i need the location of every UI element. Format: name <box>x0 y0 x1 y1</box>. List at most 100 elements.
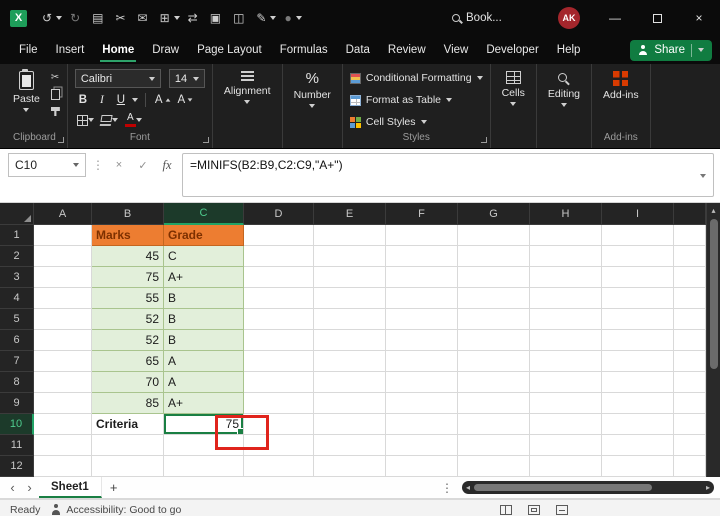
cell[interactable] <box>314 414 386 435</box>
sheet-tab-sheet1[interactable]: Sheet1 <box>39 477 102 498</box>
cell[interactable] <box>386 414 458 435</box>
cell[interactable] <box>602 309 674 330</box>
horizontal-scrollbar[interactable]: ◂ ▸ <box>462 481 714 494</box>
cell[interactable] <box>602 267 674 288</box>
cell[interactable] <box>458 246 530 267</box>
col-header-g[interactable]: G <box>458 203 530 225</box>
minimize-button[interactable]: — <box>594 0 636 36</box>
italic-button[interactable]: I <box>94 92 110 108</box>
close-button[interactable]: × <box>678 0 720 36</box>
calculator-icon[interactable]: ◫ <box>233 11 244 25</box>
row-header-7[interactable]: 7 <box>0 351 34 372</box>
accessibility-status[interactable]: Accessibility: Good to go <box>50 504 181 516</box>
tab-insert[interactable]: Insert <box>47 36 94 64</box>
cell[interactable] <box>244 456 314 477</box>
formula-bar-expand-icon[interactable] <box>700 174 706 178</box>
mail-icon[interactable]: ✉ <box>138 11 148 25</box>
row-header-3[interactable]: 3 <box>0 267 34 288</box>
enter-button[interactable]: ✓ <box>134 153 152 177</box>
bold-button[interactable]: B <box>75 92 91 108</box>
paste-button[interactable]: Paste <box>9 69 44 114</box>
cell[interactable] <box>314 288 386 309</box>
page-layout-view-button[interactable] <box>528 504 540 515</box>
cell-B10[interactable]: Criteria <box>92 414 164 435</box>
cell[interactable] <box>386 309 458 330</box>
cell-C1[interactable]: Grade <box>164 225 244 246</box>
row-header-1[interactable]: 1 <box>0 225 34 246</box>
cell-C7[interactable]: A <box>164 351 244 372</box>
cell-A10[interactable] <box>34 414 92 435</box>
cut-icon[interactable]: ✂ <box>115 11 125 25</box>
table-dropdown-caret-icon[interactable] <box>173 16 180 20</box>
toolbar-overflow-caret-icon[interactable] <box>295 16 302 20</box>
vertical-scroll-thumb[interactable] <box>709 219 718 369</box>
number-button[interactable]: % Number <box>290 69 335 110</box>
cell[interactable] <box>602 456 674 477</box>
cell-C2[interactable]: C <box>164 246 244 267</box>
cell[interactable] <box>602 288 674 309</box>
cell[interactable] <box>530 288 602 309</box>
cell[interactable] <box>386 393 458 414</box>
tab-bar-menu-icon[interactable]: ⋮ <box>441 481 453 495</box>
share-button[interactable]: Share <box>630 39 712 61</box>
account-avatar[interactable]: AK <box>558 7 580 29</box>
name-box[interactable]: C10 <box>8 153 86 177</box>
table-icon[interactable]: ⊞ <box>160 11 170 25</box>
cell[interactable] <box>530 330 602 351</box>
cell[interactable] <box>458 351 530 372</box>
cell-C8[interactable]: A <box>164 372 244 393</box>
cell[interactable] <box>674 267 706 288</box>
tab-help[interactable]: Help <box>548 36 590 64</box>
cell[interactable] <box>244 309 314 330</box>
cell[interactable] <box>530 435 602 456</box>
search-box[interactable]: Book... <box>452 0 502 36</box>
cell-B2[interactable]: 45 <box>92 246 164 267</box>
next-sheet-button[interactable]: › <box>22 480 37 495</box>
cell-C11[interactable] <box>164 435 244 456</box>
cell[interactable] <box>674 435 706 456</box>
underline-button[interactable]: U <box>113 92 129 108</box>
undo-icon[interactable]: ↺ <box>42 11 52 25</box>
page-break-view-button[interactable] <box>556 504 568 515</box>
name-box-caret-icon[interactable] <box>73 163 79 167</box>
cell[interactable] <box>602 435 674 456</box>
increase-font-size-button[interactable]: A <box>153 92 173 108</box>
vertical-scrollbar[interactable]: ▴ <box>706 203 720 477</box>
cell[interactable] <box>244 246 314 267</box>
copy-button[interactable] <box>50 89 60 100</box>
cell[interactable] <box>674 351 706 372</box>
cell[interactable] <box>602 414 674 435</box>
font-color-button[interactable]: A <box>123 112 144 128</box>
cell-C6[interactable]: B <box>164 330 244 351</box>
cell[interactable] <box>602 372 674 393</box>
document-icon[interactable]: ▤ <box>92 11 103 25</box>
excel-logo-icon[interactable]: X <box>10 9 27 27</box>
decrease-font-size-button[interactable]: A <box>176 92 196 108</box>
cell[interactable] <box>674 288 706 309</box>
cell[interactable] <box>458 393 530 414</box>
cell[interactable] <box>244 330 314 351</box>
row-header-2[interactable]: 2 <box>0 246 34 267</box>
maximize-button[interactable] <box>636 0 678 36</box>
cell-A6[interactable] <box>34 330 92 351</box>
cell[interactable] <box>244 414 314 435</box>
cell[interactable] <box>458 435 530 456</box>
cell[interactable] <box>530 246 602 267</box>
cell[interactable] <box>314 435 386 456</box>
borders-button[interactable] <box>75 112 96 128</box>
cell-B6[interactable]: 52 <box>92 330 164 351</box>
normal-view-button[interactable] <box>500 504 512 515</box>
cell[interactable] <box>674 225 706 246</box>
cell[interactable] <box>458 330 530 351</box>
cell[interactable] <box>530 225 602 246</box>
styles-dialog-launcher-icon[interactable] <box>480 137 487 143</box>
cancel-button[interactable]: × <box>110 153 128 177</box>
cell[interactable] <box>314 330 386 351</box>
col-header-h[interactable]: H <box>530 203 602 225</box>
cell[interactable] <box>314 246 386 267</box>
undo-dropdown-caret-icon[interactable] <box>56 16 63 20</box>
cell[interactable] <box>458 225 530 246</box>
clipboard-dialog-launcher-icon[interactable] <box>57 137 64 143</box>
col-header-e[interactable]: E <box>314 203 386 225</box>
cell[interactable] <box>674 414 706 435</box>
